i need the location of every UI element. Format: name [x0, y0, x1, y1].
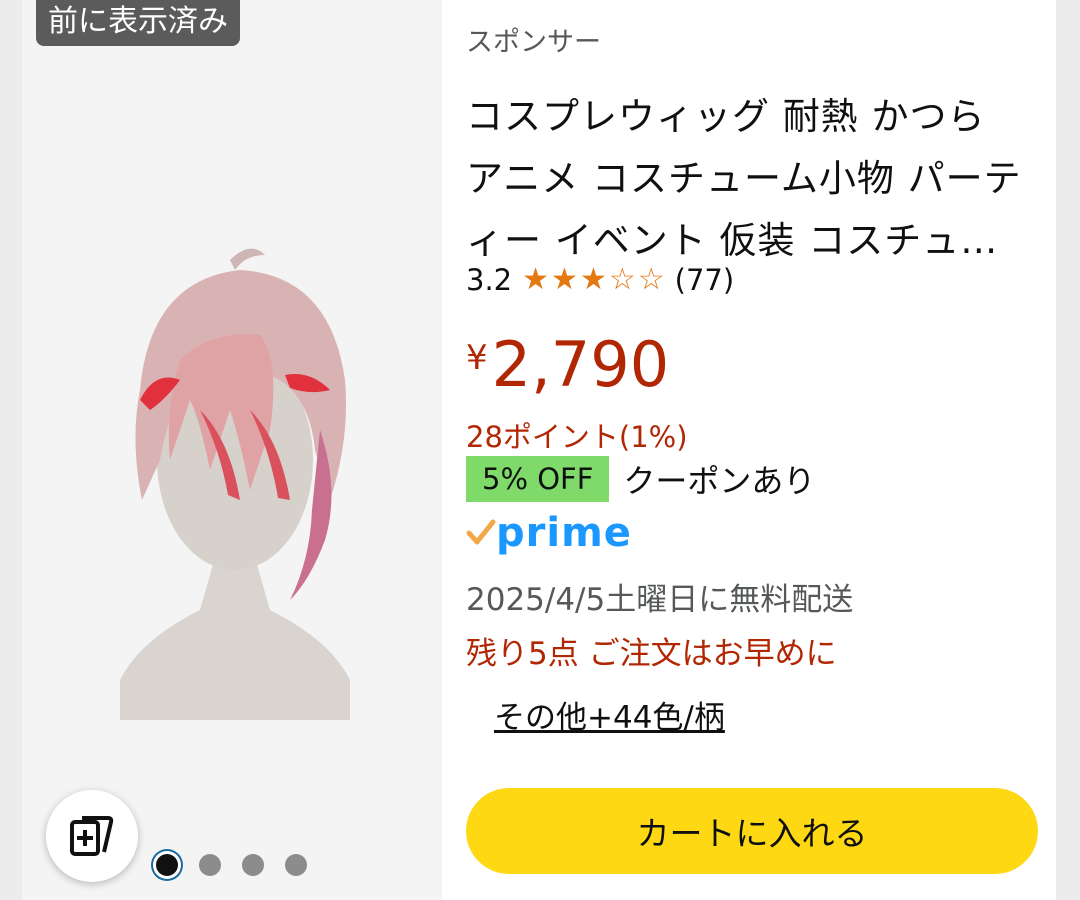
add-to-cart-button[interactable]: カートに入れる: [466, 788, 1038, 874]
star-full-icon: ★: [579, 262, 607, 297]
previously-viewed-badge: 前に表示済み: [36, 0, 240, 46]
delivery-date: 2025/4/5土曜日に無料配送: [466, 582, 854, 618]
rating-row[interactable]: 3.2 ★ ★ ★ ☆ ☆ (77): [466, 262, 734, 297]
carousel-dot[interactable]: [285, 854, 307, 876]
currency-symbol: ¥: [466, 338, 488, 378]
review-count[interactable]: (77): [675, 263, 735, 297]
prime-check-icon: [466, 519, 496, 545]
coupon-text: クーポンあり: [623, 462, 816, 500]
product-image-wig[interactable]: [80, 240, 390, 720]
carousel-dot[interactable]: [242, 854, 264, 876]
product-title-line[interactable]: アニメ コスチューム小物 パーテ: [466, 148, 1036, 210]
rating-value: 3.2: [466, 262, 513, 297]
star-full-icon: ★: [522, 262, 550, 297]
star-rating[interactable]: ★ ★ ★ ☆ ☆: [522, 262, 665, 297]
carousel-dot[interactable]: [199, 854, 221, 876]
compare-button[interactable]: [46, 790, 138, 882]
star-full-icon: ★: [551, 262, 578, 297]
coupon-row: 5% OFF クーポンあり: [466, 456, 815, 502]
coupon-badge: 5% OFF: [466, 456, 610, 502]
points-label: 28ポイント(1%): [466, 420, 688, 454]
stock-notice: 残り5点 ご注文はお早めに: [466, 636, 837, 672]
prime-badge: prime: [466, 510, 632, 556]
sponsored-label: スポンサー: [466, 27, 601, 58]
carousel-dot-active[interactable]: [156, 854, 178, 876]
prime-label: prime: [496, 510, 632, 556]
price-value: 2,790: [491, 328, 670, 401]
product-title[interactable]: コスプレウィッグ 耐熱 かつら アニメ コスチューム小物 パーテ ィー イベント…: [466, 86, 1036, 272]
price: ¥ 2,790: [466, 330, 669, 400]
carousel-dots[interactable]: [156, 854, 307, 876]
star-empty-icon: ☆: [637, 262, 665, 297]
product-title-line[interactable]: コスプレウィッグ 耐熱 かつら: [466, 86, 1036, 148]
variants-link[interactable]: その他+44色/柄: [494, 692, 725, 737]
card-stack-plus-icon: [70, 816, 114, 856]
star-empty-icon: ☆: [608, 262, 636, 297]
